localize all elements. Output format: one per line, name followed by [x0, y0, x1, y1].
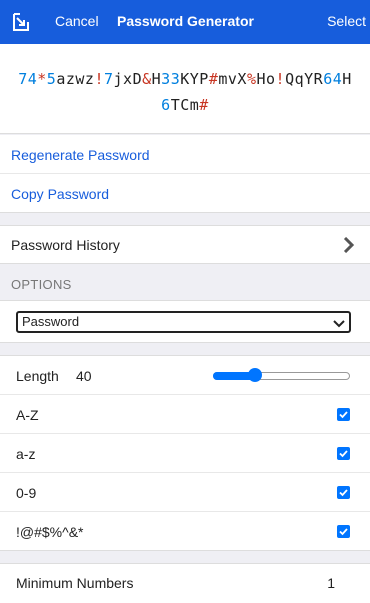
- password-char: a: [56, 70, 66, 88]
- uppercase-checkbox[interactable]: [337, 408, 350, 421]
- password-char: C: [180, 96, 190, 114]
- password-char: D: [132, 70, 143, 88]
- password-char: 5: [46, 70, 57, 88]
- length-row: Length 40: [0, 356, 370, 395]
- password-char: H: [256, 70, 267, 88]
- password-history-item[interactable]: Password History: [0, 225, 370, 264]
- type-select[interactable]: Password: [16, 311, 351, 333]
- password-char: #: [199, 96, 209, 114]
- length-value: 40: [76, 368, 92, 384]
- password-char: 4: [27, 70, 38, 88]
- password-char: z: [65, 70, 76, 88]
- special-label: !@#$%^&*: [16, 524, 84, 540]
- numbers-label: 0-9: [16, 485, 37, 501]
- password-char: T: [170, 96, 181, 114]
- password-char: m: [218, 70, 228, 88]
- min-numbers-row[interactable]: Minimum Numbers 1: [0, 563, 370, 603]
- type-select-row: Password: [0, 300, 370, 343]
- password-char: q: [294, 70, 305, 88]
- password-char: m: [189, 96, 200, 114]
- generated-password: 74*5azwz!7jxD&H33KYP#mvX%Ho!QqYR64H6TCm#: [0, 66, 370, 118]
- password-char: 4: [332, 70, 343, 88]
- password-char: Q: [285, 70, 295, 88]
- password-char: #: [208, 70, 219, 88]
- password-char: H: [151, 70, 162, 88]
- chevron-down-icon: [333, 316, 345, 328]
- header-bar: Cancel Password Generator Select: [0, 0, 370, 44]
- password-char: 3: [161, 70, 171, 88]
- numbers-checkbox[interactable]: [337, 486, 350, 499]
- password-char: w: [75, 70, 85, 88]
- password-history-label: Password History: [11, 237, 120, 253]
- password-char: x: [123, 70, 133, 88]
- uppercase-row: A-Z: [0, 395, 370, 434]
- lowercase-label: a-z: [16, 446, 36, 462]
- length-slider[interactable]: [213, 368, 350, 382]
- length-label: Length: [16, 368, 59, 384]
- password-char: P: [199, 70, 209, 88]
- cancel-button[interactable]: Cancel: [55, 13, 99, 29]
- uppercase-label: A-Z: [16, 407, 39, 423]
- password-char: Y: [304, 70, 314, 88]
- options-list: Length 40 A-Z a-z 0-9 !@#$%^&*: [0, 355, 370, 551]
- password-char: X: [237, 70, 247, 88]
- password-char: *: [37, 70, 47, 88]
- regenerate-password-button[interactable]: Regenerate Password: [11, 147, 150, 163]
- password-char: Y: [189, 70, 200, 88]
- actions-panel: Regenerate Password Copy Password: [0, 135, 370, 213]
- password-char: !: [94, 70, 104, 88]
- numbers-row: 0-9: [0, 473, 370, 512]
- lowercase-row: a-z: [0, 434, 370, 473]
- password-char: H: [342, 70, 352, 88]
- lowercase-checkbox[interactable]: [337, 447, 350, 460]
- password-char: R: [313, 70, 324, 88]
- min-numbers-value[interactable]: 1: [327, 575, 335, 591]
- page-title: Password Generator: [117, 13, 254, 29]
- copy-password-button[interactable]: Copy Password: [11, 186, 109, 202]
- chevron-right-icon: [343, 236, 355, 254]
- password-char: o: [266, 70, 276, 88]
- password-char: 3: [170, 70, 181, 88]
- special-checkbox[interactable]: [337, 525, 350, 538]
- type-select-value: Password: [22, 314, 80, 329]
- options-section-title: OPTIONS: [11, 277, 72, 292]
- password-char: 7: [103, 70, 114, 88]
- password-char: 6: [323, 70, 333, 88]
- password-display: 74*5azwz!7jxD&H33KYP#mvX%Ho!QqYR64H6TCm#: [0, 44, 370, 134]
- password-char: j: [113, 70, 124, 88]
- min-numbers-label: Minimum Numbers: [16, 575, 134, 591]
- password-char: 6: [161, 96, 171, 114]
- password-char: K: [180, 70, 190, 88]
- password-char: &: [142, 70, 152, 88]
- special-row: !@#$%^&*: [0, 512, 370, 551]
- password-char: !: [275, 70, 286, 88]
- select-button[interactable]: Select: [327, 13, 366, 29]
- password-char: v: [227, 70, 238, 88]
- popout-icon[interactable]: [12, 12, 30, 32]
- password-char: 7: [18, 70, 28, 88]
- divider: [0, 173, 370, 174]
